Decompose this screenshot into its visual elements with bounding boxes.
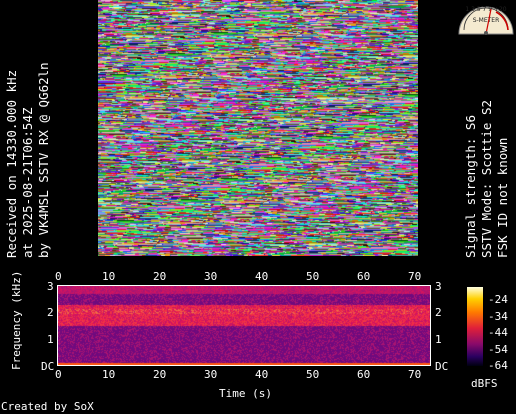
x-tick-top: 0 bbox=[55, 270, 62, 283]
received-frequency-line: Received on 14330.000 kHz bbox=[4, 69, 19, 258]
y-axis-label: Frequency (kHz) bbox=[10, 270, 23, 370]
y-tick-right: 1 bbox=[435, 333, 442, 346]
x-tick-bottom: 50 bbox=[306, 368, 320, 381]
received-time-line: at 2025-08-21T06:54Z bbox=[20, 107, 35, 258]
s-meter-scale: 1 3 5 7 9 +20 bbox=[465, 6, 506, 13]
s-meter-icon: 1 3 5 7 9 +20 S-METER bbox=[458, 6, 514, 35]
colorbar-tick: -64 bbox=[488, 359, 508, 372]
x-tick-top: 20 bbox=[153, 270, 167, 283]
spectrogram-plot bbox=[58, 286, 431, 366]
x-tick-top: 30 bbox=[204, 270, 218, 283]
x-tick-top: 60 bbox=[357, 270, 371, 283]
x-tick-bottom: 20 bbox=[153, 368, 167, 381]
colorbar-tick: -54 bbox=[488, 343, 508, 356]
colorbar bbox=[467, 287, 483, 366]
x-tick-bottom: 70 bbox=[408, 368, 422, 381]
y-tick-left: 1 bbox=[47, 333, 54, 346]
x-tick-bottom: 60 bbox=[357, 368, 371, 381]
sstv-received-image bbox=[98, 0, 418, 256]
signal-strength-line: Signal strength: S6 bbox=[463, 115, 478, 258]
sstv-mode-line: SSTV Mode: Scottie S2 bbox=[479, 99, 494, 258]
x-tick-top: 50 bbox=[306, 270, 320, 283]
colorbar-tick: -24 bbox=[488, 293, 508, 306]
x-tick-bottom: 10 bbox=[102, 368, 116, 381]
y-tick-left: 2 bbox=[47, 306, 54, 319]
colorbar-unit: dBFS bbox=[471, 377, 498, 390]
y-tick-right: 2 bbox=[435, 306, 442, 319]
colorbar-tick: -44 bbox=[488, 326, 508, 339]
x-tick-bottom: 0 bbox=[55, 368, 62, 381]
fsk-id-line: FSK ID not known bbox=[495, 137, 510, 258]
x-tick-top: 70 bbox=[408, 270, 422, 283]
x-tick-top: 40 bbox=[255, 270, 269, 283]
x-axis-label: Time (s) bbox=[219, 387, 272, 400]
y-tick-left: DC bbox=[41, 360, 55, 373]
receiver-station-line: by VK4MSL SSTV RX @ QG62ln bbox=[36, 62, 51, 258]
x-tick-bottom: 40 bbox=[255, 368, 269, 381]
x-tick-bottom: 30 bbox=[204, 368, 218, 381]
colorbar-tick: -34 bbox=[488, 310, 508, 323]
footer-credit: Created by SoX bbox=[1, 400, 94, 413]
s-meter-label: S-METER bbox=[473, 17, 500, 24]
x-tick-top: 10 bbox=[102, 270, 116, 283]
y-tick-left: 3 bbox=[47, 280, 54, 293]
y-tick-right: DC bbox=[435, 360, 449, 373]
y-tick-right: 3 bbox=[435, 280, 442, 293]
